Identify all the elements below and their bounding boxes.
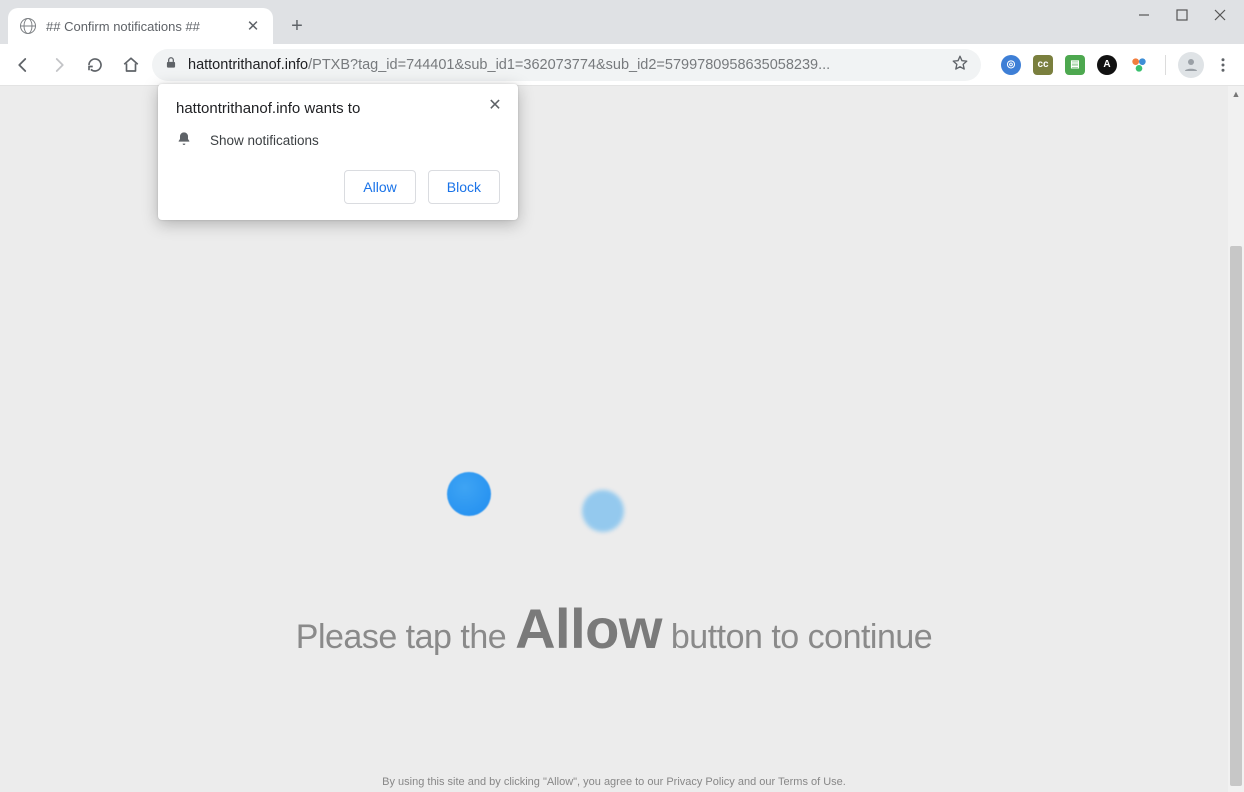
popup-permission-row: Show notifications	[176, 131, 500, 150]
allow-button[interactable]: Allow	[344, 170, 415, 204]
reload-button[interactable]	[80, 50, 110, 80]
window-maximize-button[interactable]	[1176, 9, 1188, 21]
extensions-row: ◎ cc ▤ A	[1001, 55, 1149, 75]
tab-title: ## Confirm notifications ##	[46, 19, 235, 34]
extension-icon-4[interactable]: A	[1097, 55, 1117, 75]
bookmark-star-icon[interactable]	[951, 54, 969, 76]
back-button[interactable]	[8, 50, 38, 80]
url-path: /PTXB?tag_id=744401&sub_id1=362073774&su…	[308, 57, 830, 73]
popup-close-button[interactable]: ✕	[484, 94, 506, 116]
notification-permission-popup: ✕ hattontrithanof.info wants to Show not…	[158, 84, 518, 220]
browser-tab[interactable]: ## Confirm notifications ## ✕	[8, 8, 273, 44]
vertical-scrollbar[interactable]: ▲	[1228, 86, 1244, 792]
loader-dot-icon	[447, 472, 491, 516]
window-minimize-button[interactable]	[1138, 9, 1150, 21]
window-close-button[interactable]	[1214, 9, 1226, 21]
tab-close-button[interactable]: ✕	[245, 18, 261, 34]
forward-button[interactable]	[44, 50, 74, 80]
block-button[interactable]: Block	[428, 170, 500, 204]
footer-text: By using this site and by clicking "Allo…	[0, 776, 1228, 788]
tab-strip: ## Confirm notifications ## ✕ +	[0, 0, 1244, 44]
headline-post: button to continue	[662, 618, 932, 656]
browser-toolbar: hattontrithanof.info/PTXB?tag_id=744401&…	[0, 44, 1244, 86]
popup-title: hattontrithanof.info wants to	[176, 100, 500, 117]
extension-icon-2[interactable]: cc	[1033, 55, 1053, 75]
extension-icon-5[interactable]	[1129, 55, 1149, 75]
page-headline: Please tap the Allow button to continue	[0, 596, 1228, 661]
extension-icon-1[interactable]: ◎	[1001, 55, 1021, 75]
lock-icon	[164, 56, 178, 74]
bell-icon	[176, 131, 192, 150]
scroll-up-icon[interactable]: ▲	[1228, 86, 1244, 102]
address-bar[interactable]: hattontrithanof.info/PTXB?tag_id=744401&…	[152, 49, 981, 81]
browser-menu-button[interactable]	[1210, 56, 1236, 74]
globe-icon	[20, 18, 36, 34]
toolbar-separator	[1165, 55, 1166, 75]
popup-permission-label: Show notifications	[210, 133, 319, 148]
profile-avatar[interactable]	[1178, 52, 1204, 78]
headline-pre: Please tap the	[296, 618, 515, 656]
home-button[interactable]	[116, 50, 146, 80]
scrollbar-thumb[interactable]	[1230, 246, 1242, 786]
extension-icon-3[interactable]: ▤	[1065, 55, 1085, 75]
url-domain: hattontrithanof.info	[188, 57, 308, 73]
new-tab-button[interactable]: +	[283, 12, 311, 40]
loader-dot-icon	[582, 490, 624, 532]
url-text: hattontrithanof.info/PTXB?tag_id=744401&…	[188, 57, 941, 73]
headline-big: Allow	[515, 597, 662, 660]
